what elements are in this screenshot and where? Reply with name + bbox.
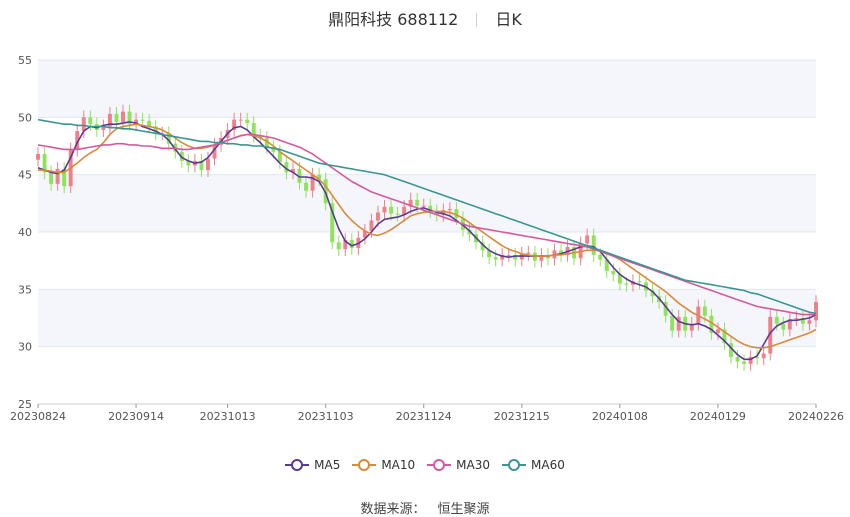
candle bbox=[206, 158, 210, 171]
source-provider: 恒生聚源 bbox=[437, 502, 490, 517]
candle bbox=[715, 329, 720, 333]
candle bbox=[814, 301, 818, 321]
legend-label: MA60 bbox=[531, 458, 565, 472]
candle bbox=[395, 213, 400, 215]
candle bbox=[735, 356, 740, 362]
legend-marker-icon bbox=[352, 458, 377, 472]
candle bbox=[336, 242, 341, 250]
candle bbox=[245, 119, 250, 124]
chart-legend: MA5 MA10 MA30 MA60 bbox=[0, 458, 850, 475]
candle bbox=[238, 119, 243, 121]
candle bbox=[742, 361, 747, 364]
candle bbox=[49, 172, 54, 184]
kline-chart: 25303540455055 20230824 20230914 20231013 2… bbox=[10, 54, 844, 423]
candle bbox=[81, 117, 86, 132]
y-tick-label: 45 bbox=[18, 169, 32, 182]
candle bbox=[114, 113, 119, 122]
legend-item-ma60[interactable]: MA60 bbox=[502, 458, 565, 472]
legend-marker-icon bbox=[427, 458, 452, 472]
candle bbox=[585, 235, 590, 244]
legend-item-ma5[interactable]: MA5 bbox=[285, 458, 340, 472]
candle bbox=[794, 318, 799, 320]
legend-marker-icon bbox=[502, 458, 527, 472]
candle bbox=[389, 206, 394, 214]
candle bbox=[140, 119, 145, 121]
candle bbox=[774, 316, 779, 324]
y-tick-label: 30 bbox=[18, 341, 32, 354]
candle bbox=[447, 209, 452, 211]
y-tick-label: 40 bbox=[18, 226, 32, 239]
candle bbox=[637, 281, 642, 283]
candle bbox=[382, 206, 387, 213]
legend-label: MA5 bbox=[314, 458, 341, 472]
legend-label: MA10 bbox=[381, 458, 416, 472]
candle bbox=[591, 235, 596, 255]
grid-layer bbox=[38, 59, 816, 405]
y-tick-label: 35 bbox=[18, 283, 32, 296]
x-tick-label: 20231124 bbox=[396, 410, 452, 423]
candle bbox=[415, 199, 420, 206]
x-axis: 20230824 20230914 20231013 20231103 20231124… bbox=[10, 403, 844, 423]
candle bbox=[670, 315, 675, 331]
candle bbox=[781, 323, 786, 330]
candle bbox=[598, 254, 603, 260]
x-tick-label: 20240226 bbox=[788, 410, 844, 423]
candle bbox=[304, 182, 309, 191]
source-label: 数据来源： bbox=[360, 502, 426, 517]
candle bbox=[506, 254, 511, 256]
x-tick-label: 20231013 bbox=[200, 410, 256, 423]
candle bbox=[526, 252, 531, 254]
candle bbox=[807, 320, 812, 324]
y-axis: 25303540455055 bbox=[18, 54, 32, 411]
x-tick-label: 20231215 bbox=[494, 410, 550, 423]
grid-band bbox=[38, 60, 816, 118]
candle bbox=[376, 212, 380, 221]
x-tick-label: 20240108 bbox=[592, 410, 648, 423]
candle bbox=[55, 168, 60, 184]
candle bbox=[493, 257, 498, 260]
candle bbox=[121, 111, 125, 122]
legend-marker-icon bbox=[285, 458, 310, 472]
candle bbox=[761, 353, 766, 359]
candle bbox=[421, 205, 426, 207]
grid-band bbox=[38, 174, 816, 232]
legend-label: MA30 bbox=[456, 458, 491, 472]
x-tick-label: 20230824 bbox=[10, 410, 66, 423]
legend-item-ma30[interactable]: MA30 bbox=[427, 458, 490, 472]
candle bbox=[36, 154, 40, 160]
candle bbox=[702, 306, 707, 316]
candle bbox=[88, 117, 93, 125]
y-tick-label: 55 bbox=[18, 54, 32, 67]
y-tick-label: 50 bbox=[18, 111, 32, 124]
legend-item-ma10[interactable]: MA10 bbox=[352, 458, 415, 472]
candle bbox=[624, 283, 629, 285]
x-tick-label: 20230914 bbox=[108, 410, 164, 423]
x-tick-label: 20231103 bbox=[298, 410, 354, 423]
x-tick-label: 20240129 bbox=[690, 410, 746, 423]
candle bbox=[611, 270, 616, 275]
data-source: 数据来源： 恒生聚源 bbox=[0, 498, 850, 517]
